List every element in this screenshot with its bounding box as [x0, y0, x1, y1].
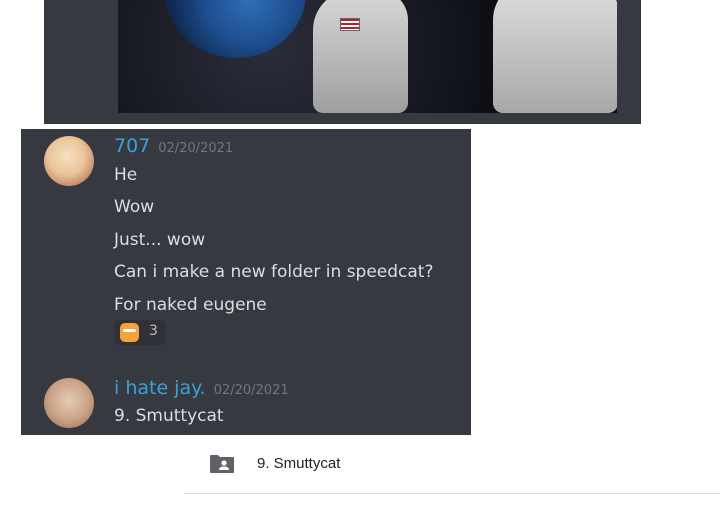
message-line: 9. Smuttycat — [114, 406, 224, 426]
username-707[interactable]: 707 — [114, 135, 150, 157]
reaction-count: 3 — [149, 323, 158, 339]
shared-folder-icon — [210, 455, 234, 473]
reaction-button[interactable]: 3 — [114, 320, 166, 345]
orange-face-emoji-icon — [120, 323, 139, 342]
astronauts-image[interactable] — [118, 0, 617, 113]
message-line: Can i make a new folder in speedcat? — [114, 262, 434, 282]
message-line: Wow — [114, 197, 155, 217]
timestamp: 02/20/2021 — [213, 383, 289, 398]
earth-graphic — [166, 0, 306, 58]
chat-panel: 707 02/20/2021 He Wow Just... wow Can i m… — [21, 129, 471, 435]
astronaut-left — [313, 0, 408, 113]
message-header-707: 707 02/20/2021 — [114, 135, 233, 157]
avatar-707[interactable] — [44, 136, 94, 186]
embedded-image-frame — [44, 0, 641, 124]
message-header-i-hate-jay: i hate jay. 02/20/2021 — [114, 377, 289, 399]
flag-patch — [340, 18, 360, 31]
message-line: Just... wow — [114, 230, 206, 250]
file-list-row[interactable]: 9. Smuttycat — [184, 435, 720, 494]
timestamp: 02/20/2021 — [158, 141, 234, 156]
message-line: He — [114, 165, 138, 185]
avatar-i-hate-jay[interactable] — [44, 378, 94, 428]
astronaut-right — [493, 0, 617, 113]
file-name: 9. Smuttycat — [257, 455, 341, 472]
message-line: For naked eugene — [114, 295, 267, 315]
username-i-hate-jay[interactable]: i hate jay. — [114, 377, 206, 399]
